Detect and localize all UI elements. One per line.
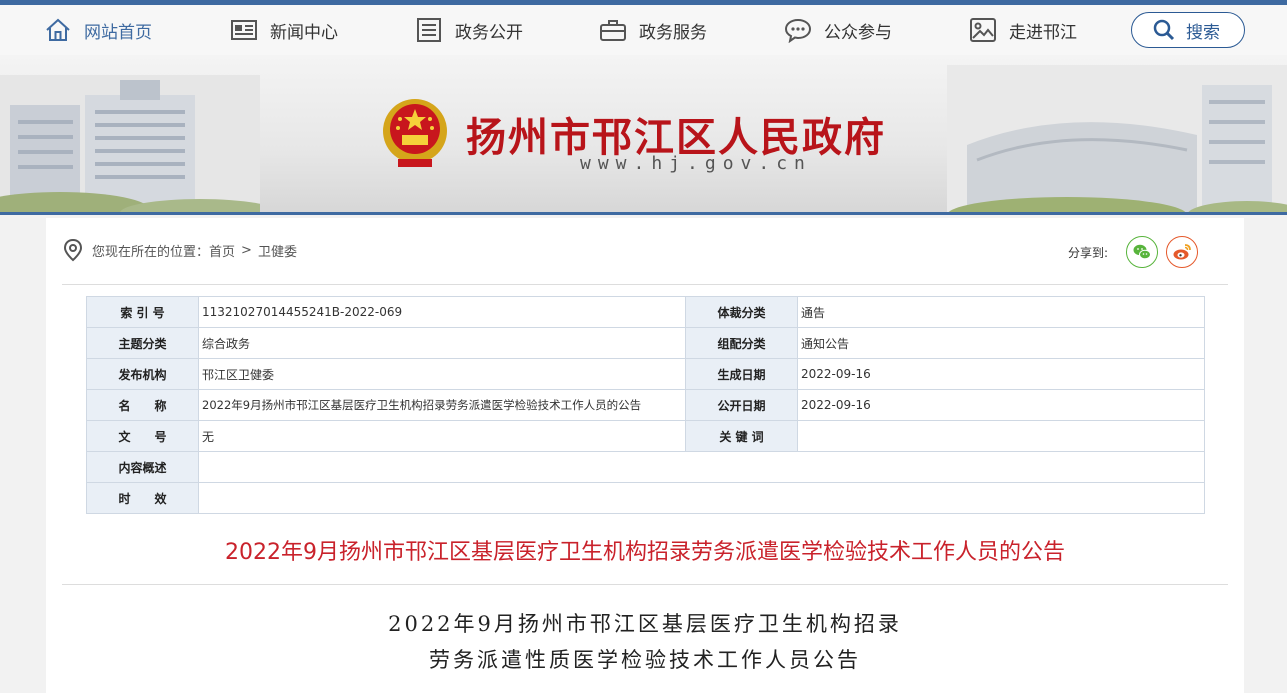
- wechat-icon: [1133, 244, 1151, 260]
- nav-label-about-hanjiang: 走进邗江: [1009, 22, 1077, 43]
- national-emblem-logo: [383, 99, 447, 167]
- share-bar: 分享到:: [1068, 236, 1198, 268]
- table-row: 时 效: [86, 482, 1205, 514]
- meta-value: [797, 420, 1205, 452]
- meta-key: 公开日期: [685, 389, 798, 421]
- meta-key: 时 效: [86, 482, 199, 514]
- breadcrumb-current-link[interactable]: 卫健委: [258, 241, 297, 260]
- meta-key: 索 引 号: [86, 296, 199, 328]
- nav-label-gov-affairs: 政务公开: [455, 22, 523, 43]
- breadcrumb: 您现在所在的位置： 首页 > 卫健委: [62, 238, 297, 262]
- building-illustration-right: [947, 65, 1287, 212]
- share-label: 分享到:: [1067, 245, 1108, 260]
- meta-value: 2022年9月扬州市邗江区基层医疗卫生机构招录劳务派遣医学检验技术工作人员的公告: [198, 389, 686, 421]
- header-banner: 扬州市邗江区人民政府 www.hj.gov.cn: [0, 55, 1287, 215]
- nav-item-about-hanjiang[interactable]: 走进邗江: [969, 17, 1077, 43]
- table-row: 内容概述: [86, 451, 1205, 483]
- newspaper-icon: [231, 20, 257, 40]
- search-button[interactable]: 搜索: [1131, 12, 1245, 48]
- meta-value: 邗江区卫健委: [198, 358, 686, 390]
- meta-key: 组配分类: [685, 327, 798, 359]
- meta-key: 主题分类: [86, 327, 199, 359]
- share-weibo-button[interactable]: [1166, 236, 1198, 268]
- meta-key: 文 号: [86, 420, 199, 452]
- meta-value: 通告: [797, 296, 1205, 328]
- document-heading-line-2: 劳务派遣性质医学检验技术工作人员公告: [429, 648, 861, 672]
- nav-item-news[interactable]: 新闻中心: [230, 17, 338, 43]
- meta-value: 2022-09-16: [797, 358, 1205, 390]
- nav-item-gov-services[interactable]: 政务服务: [599, 17, 707, 43]
- picture-icon: [970, 18, 996, 42]
- nav-label-news: 新闻中心: [270, 22, 338, 43]
- article-divider: [62, 584, 1228, 585]
- meta-value: 综合政务: [198, 327, 686, 359]
- home-icon: [46, 18, 70, 41]
- table-row: 发布机构 邗江区卫健委 生成日期 2022-09-16: [86, 358, 1205, 390]
- site-url: www.hj.gov.cn: [580, 153, 812, 174]
- breadcrumb-home-link[interactable]: 首页: [209, 241, 235, 260]
- meta-value: [198, 451, 1205, 483]
- document-heading: 2022年9月扬州市邗江区基层医疗卫生机构招录 劳务派遣性质医学检验技术工作人员…: [46, 606, 1244, 678]
- table-row: 主题分类 综合政务 组配分类 通知公告: [86, 327, 1205, 359]
- meta-key: 生成日期: [685, 358, 798, 390]
- top-navigation: 网站首页 新闻中心 政务公开 政务服务 公众参与 走进邗江 搜索: [0, 5, 1287, 55]
- meta-key: 名 称: [86, 389, 199, 421]
- chat-icon: [784, 18, 812, 43]
- search-label: 搜索: [1186, 22, 1220, 43]
- meta-key: 内容概述: [86, 451, 199, 483]
- meta-value: 通知公告: [797, 327, 1205, 359]
- table-row: 文 号 无 关 键 词: [86, 420, 1205, 452]
- location-pin-icon: [63, 238, 83, 262]
- meta-value: 11321027014455241B-2022-069: [198, 296, 686, 328]
- list-icon: [417, 18, 441, 42]
- article-title: 2022年9月扬州市邗江区基层医疗卫生机构招录劳务派遣医学检验技术工作人员的公告: [225, 540, 1065, 565]
- section-divider: [62, 284, 1228, 285]
- briefcase-icon: [600, 20, 626, 41]
- nav-item-public-participation[interactable]: 公众参与: [784, 17, 892, 43]
- nav-label-gov-services: 政务服务: [639, 22, 707, 43]
- meta-value: 无: [198, 420, 686, 452]
- table-row: 索 引 号 11321027014455241B-2022-069 体裁分类 通…: [86, 296, 1205, 328]
- breadcrumb-prefix: 您现在所在的位置：: [92, 244, 210, 260]
- building-illustration-left: [0, 75, 260, 212]
- nav-item-home[interactable]: 网站首页: [44, 17, 152, 43]
- weibo-icon: [1173, 244, 1191, 260]
- nav-label-public-participation: 公众参与: [824, 22, 892, 43]
- search-icon: [1153, 19, 1175, 41]
- breadcrumb-separator: >: [241, 242, 252, 258]
- meta-value: 2022-09-16: [797, 389, 1205, 421]
- meta-key: 关 键 词: [685, 420, 798, 452]
- nav-item-gov-affairs[interactable]: 政务公开: [415, 17, 523, 43]
- meta-key: 发布机构: [86, 358, 199, 390]
- share-wechat-button[interactable]: [1126, 236, 1158, 268]
- document-metadata-table: 索 引 号 11321027014455241B-2022-069 体裁分类 通…: [86, 296, 1205, 514]
- table-row: 名 称 2022年9月扬州市邗江区基层医疗卫生机构招录劳务派遣医学检验技术工作人…: [86, 389, 1205, 421]
- meta-key: 体裁分类: [685, 296, 798, 328]
- meta-value: [198, 482, 1205, 514]
- document-heading-line-1: 2022年9月扬州市邗江区基层医疗卫生机构招录: [388, 612, 902, 636]
- main-content: 您现在所在的位置： 首页 > 卫健委 分享到: 索 引 号 1132102701…: [46, 218, 1244, 693]
- nav-label-home: 网站首页: [84, 22, 152, 43]
